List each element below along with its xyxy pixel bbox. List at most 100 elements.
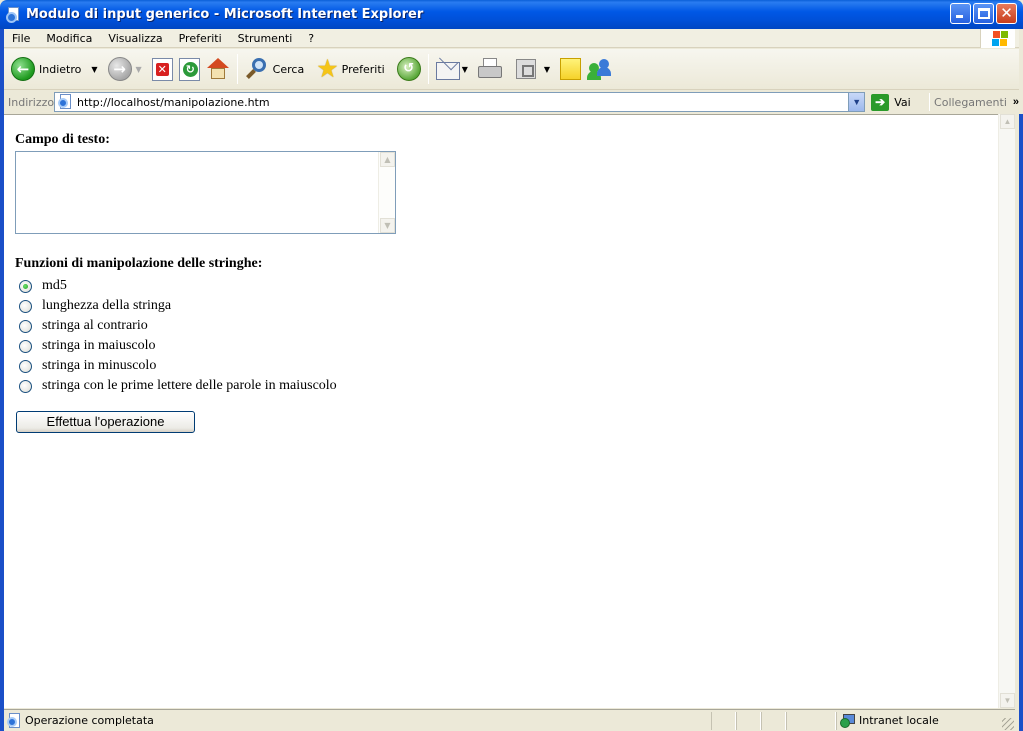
zone-text: Intranet locale (859, 714, 939, 727)
links-button[interactable]: Collegamenti (934, 96, 1007, 109)
radio-option-uppercase[interactable]: stringa in maiuscolo (19, 336, 337, 356)
text-field[interactable]: ▲ ▼ (15, 151, 396, 234)
mail-icon (435, 62, 460, 80)
forward-dropdown-icon[interactable]: ▼ (136, 65, 142, 74)
minimize-icon (956, 15, 963, 18)
submit-button[interactable]: Effettua l'operazione (16, 411, 195, 433)
history-button[interactable]: ↺ (394, 52, 424, 86)
menu-file[interactable]: File (4, 32, 38, 45)
page-scrollbar[interactable]: ▲ ▼ (998, 114, 1015, 708)
refresh-icon: ↻ (178, 57, 200, 81)
status-cell (761, 711, 786, 730)
search-button[interactable]: Cerca (242, 52, 308, 86)
radio-option-lowercase[interactable]: stringa in minuscolo (19, 356, 337, 376)
print-button[interactable] (475, 52, 505, 86)
window-controls: ✕ (950, 3, 1017, 24)
radio-button[interactable] (19, 279, 32, 293)
stop-icon: ✕ (151, 57, 173, 81)
title-bar[interactable]: Modulo di input generico - Microsoft Int… (0, 0, 1023, 29)
mail-dropdown-icon[interactable]: ▼ (462, 65, 468, 74)
ie-page-icon (6, 712, 22, 729)
forward-button[interactable]: → ▼ (105, 52, 149, 86)
stop-button[interactable]: ✕ (149, 52, 176, 86)
forward-arrow-icon: → (107, 57, 132, 81)
intranet-zone-icon (840, 713, 856, 729)
standard-toolbar: ← Indietro ▼ → ▼ ✕ ↻ Cerca ★ Preferiti ↺… (4, 49, 1019, 90)
links-chevron-icon[interactable]: » (1013, 96, 1019, 108)
minimize-button[interactable] (950, 3, 971, 24)
status-cell (786, 711, 836, 730)
favorites-label: Preferiti (341, 62, 385, 76)
edit-button[interactable]: ▼ (513, 52, 557, 86)
address-dropdown-icon[interactable]: ▼ (848, 93, 865, 111)
radio-button[interactable] (19, 299, 32, 313)
messenger-icon (587, 57, 613, 81)
notes-button[interactable] (557, 52, 584, 86)
address-bar: Indirizzo http://localhost/manipolazione… (4, 91, 1019, 113)
history-icon: ↺ (396, 57, 421, 81)
radio-button[interactable] (19, 379, 32, 393)
ie-page-icon (6, 6, 22, 23)
scroll-down-icon[interactable]: ▼ (380, 218, 395, 233)
menu-modifica[interactable]: Modifica (38, 32, 100, 45)
menu-visualizza[interactable]: Visualizza (100, 32, 170, 45)
printer-icon (477, 58, 502, 80)
maximize-button[interactable] (973, 3, 994, 24)
scroll-up-icon[interactable]: ▲ (380, 152, 395, 167)
messenger-button[interactable] (584, 52, 616, 86)
windows-logo-icon (980, 29, 1015, 48)
menu-help[interactable]: ? (300, 32, 322, 45)
address-label: Indirizzo (8, 95, 55, 109)
radio-button[interactable] (19, 359, 32, 373)
scroll-down-icon[interactable]: ▼ (1000, 693, 1015, 708)
functions-radio-group: md5 lunghezza della stringa stringa al c… (19, 276, 337, 396)
functions-label: Funzioni di manipolazione delle stringhe… (15, 256, 263, 271)
window-title: Modulo di input generico - Microsoft Int… (26, 7, 424, 22)
go-button[interactable]: ➔ Vai (871, 93, 923, 111)
edit-dropdown-icon[interactable]: ▼ (544, 65, 550, 74)
radio-label: stringa con le prime lettere delle parol… (42, 378, 337, 393)
resize-grip-icon[interactable] (1002, 718, 1014, 730)
links-separator (929, 93, 931, 111)
radio-option-reverse[interactable]: stringa al contrario (19, 316, 337, 336)
back-button[interactable]: ← Indietro ▼ (8, 52, 105, 86)
search-icon (245, 57, 269, 81)
toolbar-separator (236, 54, 238, 84)
status-cell (711, 711, 736, 730)
menu-preferiti[interactable]: Preferiti (171, 32, 230, 45)
page-content: Campo di testo: ▲ ▼ Funzioni di manipola… (4, 114, 998, 708)
sticky-note-icon (560, 58, 582, 80)
back-arrow-icon: ← (11, 57, 35, 81)
radio-label: stringa al contrario (42, 318, 148, 333)
radio-label: stringa in minuscolo (42, 358, 157, 373)
status-bar: Operazione completata Intranet locale (4, 709, 1015, 731)
search-label: Cerca (272, 62, 305, 76)
text-field-scrollbar[interactable]: ▲ ▼ (378, 152, 395, 233)
radio-button[interactable] (19, 319, 32, 333)
scroll-up-icon[interactable]: ▲ (1000, 114, 1015, 129)
ie-page-icon (57, 94, 73, 110)
favorites-button[interactable]: ★ Preferiti (313, 52, 388, 86)
text-field-label: Campo di testo: (15, 132, 110, 147)
close-button[interactable]: ✕ (996, 3, 1017, 24)
home-button[interactable] (203, 52, 233, 86)
radio-label: md5 (42, 278, 67, 293)
radio-button[interactable] (19, 339, 32, 353)
address-input[interactable]: http://localhost/manipolazione.htm ▼ (54, 92, 866, 112)
radio-option-length[interactable]: lunghezza della stringa (19, 296, 337, 316)
back-dropdown-icon[interactable]: ▼ (91, 65, 97, 74)
mail-button[interactable]: ▼ (433, 52, 475, 86)
close-icon: ✕ (1000, 4, 1013, 22)
star-icon: ★ (316, 54, 339, 83)
input-form: Campo di testo: ▲ ▼ Funzioni di manipola… (15, 132, 396, 433)
toolbar-separator (427, 54, 429, 84)
radio-option-md5[interactable]: md5 (19, 276, 337, 296)
radio-label: stringa in maiuscolo (42, 338, 156, 353)
status-text: Operazione completata (25, 714, 154, 727)
home-icon (206, 57, 230, 81)
back-label: Indietro (39, 62, 82, 76)
refresh-button[interactable]: ↻ (176, 52, 203, 86)
menu-strumenti[interactable]: Strumenti (230, 32, 301, 45)
security-zone[interactable]: Intranet locale (836, 711, 1002, 730)
radio-option-capitalize[interactable]: stringa con le prime lettere delle parol… (19, 376, 337, 396)
